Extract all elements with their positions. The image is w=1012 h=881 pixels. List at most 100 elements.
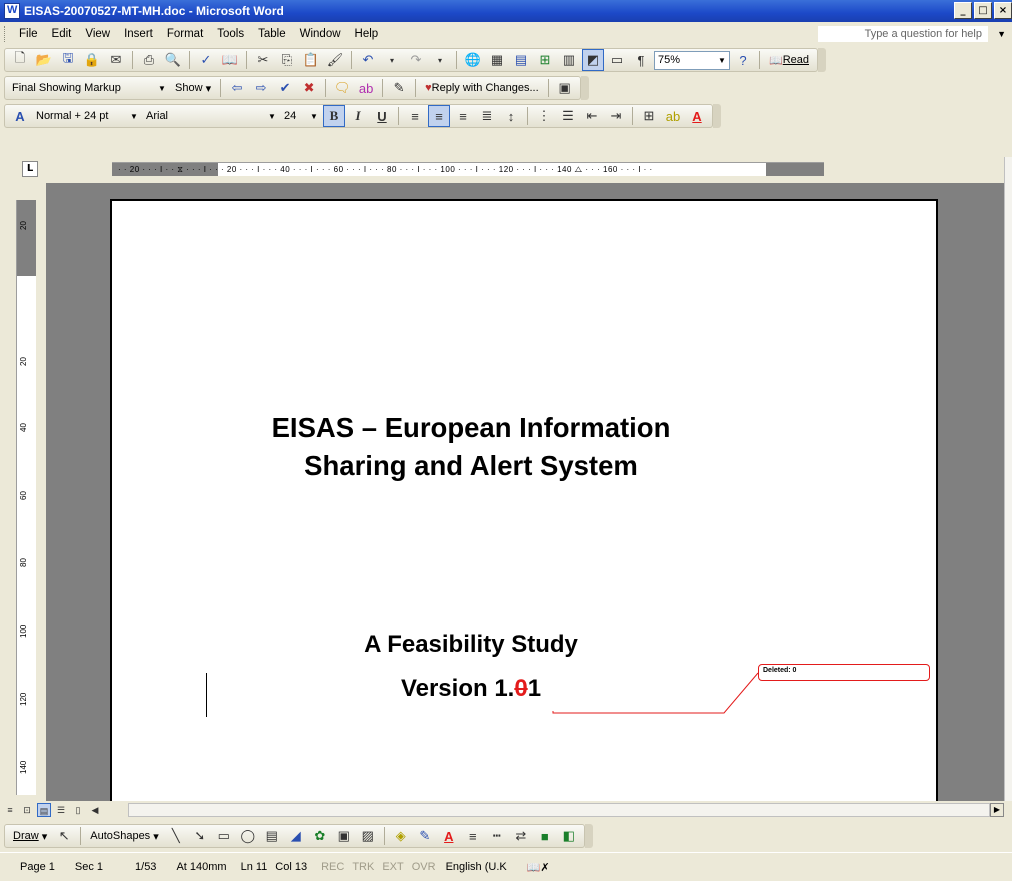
bullets-icon[interactable]: ☰ <box>557 105 579 127</box>
document-map-icon[interactable]: ▭ <box>606 49 628 71</box>
insert-picture-icon[interactable]: ▨ <box>357 825 379 847</box>
increase-indent-icon[interactable]: ⇥ <box>605 105 627 127</box>
horizontal-scrollbar[interactable] <box>128 803 990 817</box>
reply-with-changes-button[interactable]: ♥ Reply with Changes... <box>421 77 543 99</box>
reject-change-icon[interactable]: ✖ <box>298 77 320 99</box>
paste-icon[interactable]: 📋 <box>300 49 322 71</box>
toolbar-options-handle[interactable] <box>818 48 826 72</box>
track-changes-icon[interactable]: ✎ <box>388 77 410 99</box>
line-spacing-icon[interactable]: ↕ <box>500 105 522 127</box>
styles-formatting-icon[interactable]: A <box>9 105 31 127</box>
help-dropdown-icon[interactable]: ▼ <box>997 26 1006 42</box>
tab-selector[interactable]: L <box>22 161 38 177</box>
oval-icon[interactable]: ◯ <box>237 825 259 847</box>
line-icon[interactable]: ╲ <box>165 825 187 847</box>
toolbar-options-handle[interactable] <box>713 104 721 128</box>
columns-icon[interactable]: ▥ <box>558 49 580 71</box>
decrease-indent-icon[interactable]: ⇤ <box>581 105 603 127</box>
wordart-icon[interactable]: ◢ <box>285 825 307 847</box>
clip-art-icon[interactable]: ▣ <box>333 825 355 847</box>
open-folder-icon[interactable]: 📂 <box>33 49 55 71</box>
fill-color-icon[interactable]: ◈ <box>390 825 412 847</box>
menu-insert[interactable]: Insert <box>117 28 160 40</box>
chevron-down-icon[interactable]: ▼ <box>715 52 729 69</box>
email-icon[interactable]: ✉ <box>105 49 127 71</box>
zoom-select[interactable]: 75% ▼ <box>654 50 730 70</box>
arrow-icon[interactable]: ➘ <box>189 825 211 847</box>
help-icon[interactable]: ? <box>732 49 754 71</box>
shadow-style-icon[interactable]: ■ <box>534 825 556 847</box>
font-color-icon[interactable]: A <box>686 105 708 127</box>
menu-format[interactable]: Format <box>160 28 210 40</box>
diagram-icon[interactable]: ✿ <box>309 825 331 847</box>
reviewing-pane-icon[interactable]: ▣ <box>554 77 576 99</box>
redo-icon[interactable]: ↷ <box>405 49 427 71</box>
cut-icon[interactable]: ✂ <box>252 49 274 71</box>
print-icon[interactable]: ⎙ <box>138 49 160 71</box>
menu-window[interactable]: Window <box>293 28 348 40</box>
maximize-button[interactable]: □ <box>974 2 992 19</box>
research-icon[interactable]: 📖 <box>219 49 241 71</box>
rectangle-icon[interactable]: ▭ <box>213 825 235 847</box>
highlight-icon[interactable]: ab <box>355 77 377 99</box>
menu-table[interactable]: Table <box>251 28 293 40</box>
display-mode-select[interactable]: Final Showing Markup ▼ <box>9 79 169 98</box>
autoshapes-menu-button[interactable]: AutoShapes ▾ <box>86 825 163 847</box>
font-size-select[interactable]: 24 ▼ <box>281 107 321 126</box>
status-trk[interactable]: TRK <box>348 861 378 873</box>
dash-style-icon[interactable]: ┅ <box>486 825 508 847</box>
document-title[interactable]: EISAS – European Information Sharing and… <box>112 409 830 485</box>
drawing-icon[interactable]: ◩ <box>582 49 604 71</box>
align-left-icon[interactable]: ≡ <box>404 105 426 127</box>
menu-view[interactable]: View <box>78 28 117 40</box>
help-search-input[interactable]: Type a question for help <box>818 26 988 42</box>
undo-icon[interactable]: ↶ <box>357 49 379 71</box>
toolbar-options-handle[interactable] <box>580 76 589 100</box>
insert-table-icon[interactable]: ▤ <box>510 49 532 71</box>
select-objects-icon[interactable]: ↖ <box>53 825 75 847</box>
numbering-icon[interactable]: ⋮ <box>533 105 555 127</box>
highlight-color-icon[interactable]: ab <box>662 105 684 127</box>
draw-menu-button[interactable]: Draw ▾ <box>9 825 51 847</box>
web-layout-icon[interactable]: ⊡ <box>20 803 34 817</box>
3d-style-icon[interactable]: ◧ <box>558 825 580 847</box>
deleted-comment-balloon[interactable]: Deleted: 0 <box>758 664 930 681</box>
scroll-right-icon[interactable]: ▶ <box>990 803 1004 817</box>
chevron-down-icon[interactable]: ▼ <box>155 80 169 97</box>
new-document-icon[interactable]: 🗋 <box>9 49 31 71</box>
document-page[interactable]: EISAS – European Information Sharing and… <box>110 199 938 801</box>
document-subtitle[interactable]: A Feasibility Study <box>112 631 830 659</box>
status-rec[interactable]: REC <box>317 861 348 873</box>
vertical-ruler[interactable]: 20 20 40 60 80 100 120 140 <box>16 200 36 795</box>
close-button[interactable]: × <box>994 2 1012 19</box>
menu-help[interactable]: Help <box>348 28 386 40</box>
justify-icon[interactable]: ≣ <box>476 105 498 127</box>
status-ext[interactable]: EXT <box>378 861 407 873</box>
spelling-status-icon[interactable]: 📖✗ <box>513 861 564 874</box>
insert-comment-icon[interactable]: 🗨 <box>331 77 353 99</box>
save-icon[interactable]: 🖫 <box>57 49 79 71</box>
accept-change-icon[interactable]: ✔ <box>274 77 296 99</box>
spelling-icon[interactable]: ✓ <box>195 49 217 71</box>
permission-icon[interactable]: 🔒 <box>81 49 103 71</box>
vertical-scrollbar[interactable] <box>1004 157 1012 801</box>
toolbar-options-handle[interactable] <box>584 824 593 848</box>
menu-edit[interactable]: Edit <box>45 28 79 40</box>
format-painter-icon[interactable]: 🖌 <box>324 49 346 71</box>
horizontal-ruler[interactable]: · · 20 · · · I · · ⧖ · · · I · · · 20 · … <box>112 162 824 176</box>
word-app-icon[interactable] <box>4 3 20 19</box>
show-hide-icon[interactable]: ¶ <box>630 49 652 71</box>
underline-button[interactable]: U <box>371 105 393 127</box>
print-preview-icon[interactable]: 🔍 <box>162 49 184 71</box>
minimize-button[interactable]: _ <box>954 2 972 19</box>
bold-button[interactable]: B <box>323 105 345 127</box>
line-color-icon[interactable]: ✎ <box>414 825 436 847</box>
hyperlink-icon[interactable]: 🌐 <box>462 49 484 71</box>
arrow-style-icon[interactable]: ⇄ <box>510 825 532 847</box>
outline-view-icon[interactable]: ☰ <box>54 803 68 817</box>
previous-change-icon[interactable]: ⇦ <box>226 77 248 99</box>
document-area[interactable]: EISAS – European Information Sharing and… <box>46 183 1004 801</box>
borders-icon[interactable]: ⊞ <box>638 105 660 127</box>
redo-dropdown-icon[interactable]: ▾ <box>429 49 451 71</box>
menu-grip[interactable] <box>4 26 8 42</box>
